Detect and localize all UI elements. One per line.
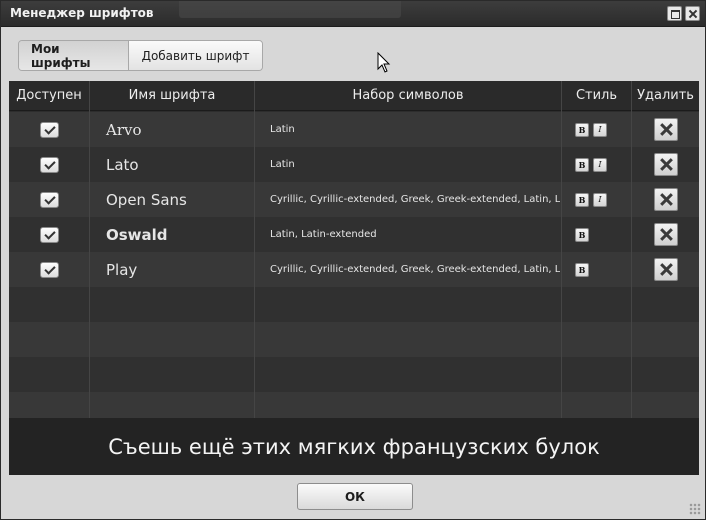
delete-x-icon[interactable] [653, 118, 678, 141]
table-row: Open Sans Cyrillic, Cyrillic-extended, G… [9, 182, 699, 217]
font-name: Oswald [106, 225, 168, 244]
delete-x-icon[interactable] [653, 223, 678, 246]
empty-row [9, 392, 699, 418]
header-font-name: Имя шрифта [128, 88, 216, 103]
delete-x-icon[interactable] [653, 258, 678, 281]
font-name: Open Sans [106, 190, 187, 209]
delete-x-icon[interactable] [653, 153, 678, 176]
bold-style-button[interactable]: B [575, 122, 589, 137]
column-divider [561, 81, 562, 418]
column-divider [631, 81, 632, 418]
column-divider [89, 81, 90, 418]
column-divider [254, 81, 255, 418]
maximize-icon[interactable] [667, 6, 682, 21]
bold-style-button[interactable]: B [575, 157, 589, 172]
font-manager-window: Менеджер шрифтов Мои шрифты Добавить шри… [0, 0, 706, 520]
table-row: Lato Latin B I [9, 147, 699, 182]
font-charset: Latin, Latin-extended [270, 229, 377, 240]
font-name: Play [106, 260, 138, 279]
empty-row [9, 322, 699, 357]
font-preview-text: Съешь ещё этих мягких французских булок [9, 418, 699, 475]
font-charset: Latin [270, 159, 295, 170]
italic-style-button[interactable]: I [593, 157, 607, 172]
font-name: Arvo [106, 120, 142, 139]
fonts-table: Доступен Имя шрифта Набор символов Стиль… [9, 81, 699, 418]
tab-add-font[interactable]: Добавить шрифт [129, 41, 262, 70]
tab-bar: Мои шрифты Добавить шрифт [18, 40, 263, 71]
close-icon[interactable] [685, 6, 700, 21]
table-row: Oswald Latin, Latin-extended B [9, 217, 699, 252]
table-header: Доступен Имя шрифта Набор символов Стиль… [9, 81, 699, 111]
bold-style-button[interactable]: B [575, 192, 589, 207]
checkbox-checked-icon[interactable] [39, 156, 59, 173]
background-window-ghost [179, 1, 401, 18]
tab-my-fonts[interactable]: Мои шрифты [19, 41, 129, 70]
table-row: Arvo Latin B I [9, 112, 699, 147]
empty-row [9, 357, 699, 392]
bold-style-button[interactable]: B [575, 227, 589, 242]
resize-grip-icon[interactable] [689, 503, 701, 515]
font-charset: Cyrillic, Cyrillic-extended, Greek, Gree… [270, 264, 560, 275]
header-delete: Удалить [637, 88, 694, 103]
italic-style-button[interactable]: I [593, 122, 607, 137]
header-style: Стиль [575, 88, 618, 103]
checkbox-checked-icon[interactable] [39, 226, 59, 243]
table-row: Play Cyrillic, Cyrillic-extended, Greek,… [9, 252, 699, 287]
checkbox-checked-icon[interactable] [39, 191, 59, 208]
checkbox-checked-icon[interactable] [39, 261, 59, 278]
bold-style-button[interactable]: B [575, 262, 589, 277]
header-enabled: Доступен [16, 88, 82, 103]
font-name: Lato [106, 155, 139, 174]
font-charset: Latin [270, 124, 295, 135]
header-charset: Набор символов [352, 88, 464, 103]
italic-style-button[interactable]: I [593, 192, 607, 207]
title-bar: Менеджер шрифтов [1, 1, 705, 27]
window-title: Менеджер шрифтов [10, 6, 154, 20]
font-charset: Cyrillic, Cyrillic-extended, Greek, Gree… [270, 194, 560, 205]
ok-button[interactable]: ОК [297, 483, 413, 510]
checkbox-checked-icon[interactable] [39, 121, 59, 138]
empty-row [9, 287, 699, 322]
delete-x-icon[interactable] [653, 188, 678, 211]
